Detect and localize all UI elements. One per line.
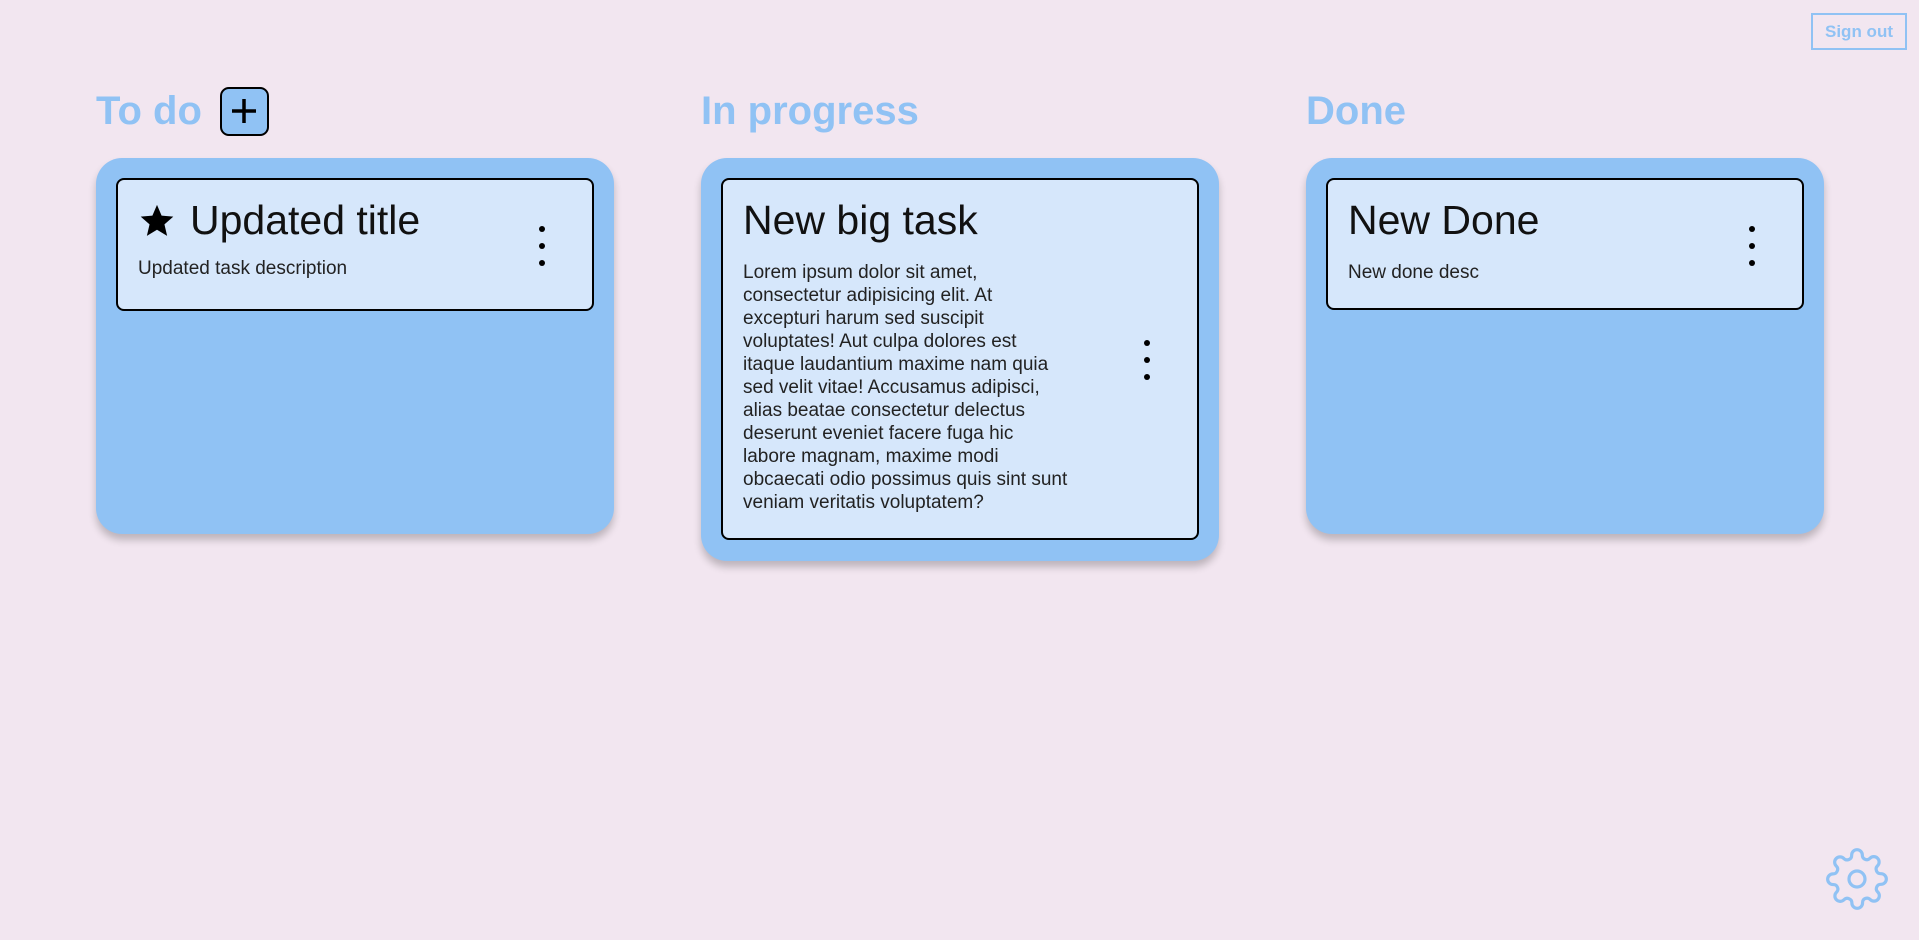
column-lane: New big task Lorem ipsum dolor sit amet,… <box>701 158 1219 561</box>
card-title-row: New big task <box>743 197 1177 243</box>
card-description: Updated task description <box>138 258 348 280</box>
task-card[interactable]: New big task Lorem ipsum dolor sit amet,… <box>721 178 1199 540</box>
card-title-row: Updated title <box>138 197 572 243</box>
kebab-menu-icon <box>1749 226 1755 232</box>
card-menu-button[interactable] <box>1137 340 1157 380</box>
card-title: Updated title <box>190 197 421 243</box>
sign-out-button[interactable]: Sign out <box>1811 13 1907 50</box>
card-description: New done desc <box>1348 262 1479 284</box>
column-header: Done <box>1306 86 1406 136</box>
column-title: In progress <box>701 89 919 133</box>
column-lane: New Done New done desc <box>1306 158 1824 534</box>
card-title: New Done <box>1348 197 1540 243</box>
card-title-row: New Done <box>1348 197 1782 243</box>
card-menu-button[interactable] <box>1742 226 1762 266</box>
task-card[interactable]: Updated title Updated task description <box>116 178 594 311</box>
gear-icon[interactable] <box>1825 847 1889 911</box>
add-task-button[interactable] <box>219 86 269 136</box>
card-description: Lorem ipsum dolor sit amet, consectetur … <box>743 262 1068 514</box>
card-menu-button[interactable] <box>532 226 552 266</box>
card-title: New big task <box>743 197 978 243</box>
plus-icon <box>232 99 257 123</box>
kebab-menu-icon <box>539 226 545 232</box>
star-icon[interactable] <box>138 202 176 240</box>
kebab-menu-icon <box>1144 340 1150 346</box>
column-header: In progress <box>701 86 919 136</box>
column-lane: Updated title Updated task description <box>96 158 614 534</box>
column-title: To do <box>96 89 202 133</box>
column-title: Done <box>1306 89 1406 133</box>
column-header: To do <box>96 86 269 136</box>
task-card[interactable]: New Done New done desc <box>1326 178 1804 310</box>
